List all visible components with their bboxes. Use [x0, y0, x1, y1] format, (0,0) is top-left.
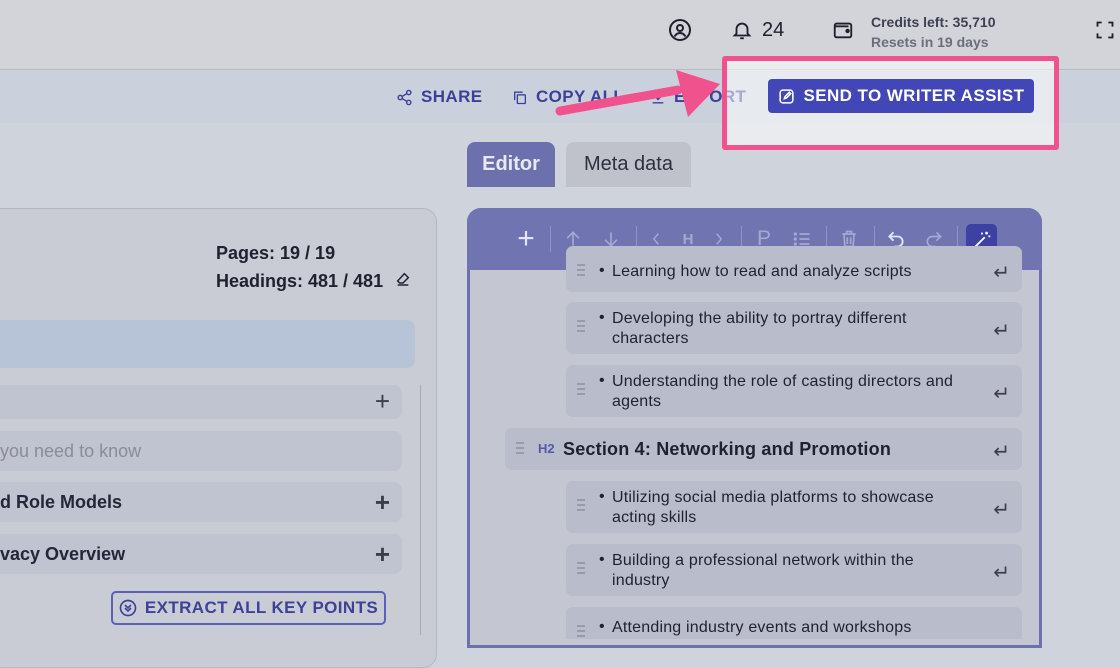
bullet-text: Utilizing social media platforms to show… [612, 488, 934, 528]
send-to-writer-assist-button[interactable]: SEND TO WRITER ASSIST [768, 79, 1034, 113]
outline-row-role-models[interactable]: d Role Models + [0, 482, 402, 522]
pages-count: Pages: 19 / 19 [216, 243, 336, 263]
extract-key-points-button[interactable]: EXTRACT ALL KEY POINTS [111, 591, 386, 625]
editor-bullet-row[interactable]: • Building a professional network within… [566, 544, 1022, 596]
outline-row[interactable]: + [0, 385, 402, 419]
editor-bullet-row[interactable]: • Developing the ability to portray diff… [566, 302, 1022, 354]
bullet-line: agents [612, 393, 662, 410]
bell-icon[interactable] [730, 18, 754, 42]
bullet-dot: • [599, 372, 605, 389]
outline-row-label: vacy Overview [0, 543, 126, 564]
editor-bullet-row[interactable]: • Understanding the role of casting dire… [566, 365, 1022, 417]
drag-handle-icon[interactable] [576, 381, 586, 399]
plus-icon[interactable]: + [375, 487, 390, 518]
drag-handle-icon[interactable] [576, 497, 586, 515]
bullet-dot: • [599, 618, 605, 635]
outline-row-placeholder: you need to know [0, 440, 142, 461]
bullet-line: Developing the ability to portray differ… [612, 310, 907, 327]
tab-editor[interactable]: Editor [467, 142, 555, 187]
extract-label: EXTRACT ALL KEY POINTS [144, 598, 379, 617]
panel-divider [420, 385, 421, 635]
enter-icon[interactable]: ↵ [993, 381, 1010, 406]
bullet-line: characters [612, 330, 689, 347]
drag-handle-icon[interactable] [576, 623, 586, 641]
enter-icon[interactable]: ↵ [993, 318, 1010, 343]
fullscreen-icon[interactable] [1094, 19, 1116, 41]
outline-input-row[interactable]: you need to know [0, 431, 402, 471]
copy-all-label: COPY ALL [536, 87, 625, 106]
plus-icon[interactable]: + [375, 386, 390, 417]
download-icon [652, 91, 664, 103]
bullet-dot: • [599, 309, 605, 326]
credits-info: Credits left: 35,710 Resets in 19 days [871, 12, 996, 52]
share-button[interactable]: SHARE [396, 85, 483, 109]
copy-icon [514, 91, 526, 104]
bullet-line: acting skills [612, 509, 697, 526]
bullet-text: Understanding the role of casting direct… [612, 372, 953, 412]
editor-bullet-row[interactable]: • Attending industry events and workshop… [566, 607, 1022, 639]
bullet-text: Developing the ability to portray differ… [612, 309, 907, 349]
send-label: SEND TO WRITER ASSIST [803, 86, 1025, 105]
export-button[interactable]: EXPORT [650, 85, 746, 109]
bullet-text: Building a professional network within t… [612, 551, 914, 591]
enter-icon[interactable]: ↵ [993, 439, 1010, 464]
share-icon [397, 89, 412, 105]
tab-meta-data[interactable]: Meta data [566, 142, 691, 187]
headings-count: Headings: 481 / 481 [216, 271, 384, 291]
user-circle-icon[interactable] [668, 18, 692, 42]
bullet-dot: • [599, 551, 605, 568]
enter-icon[interactable]: ↵ [993, 560, 1010, 585]
bullet-dot: • [599, 488, 605, 505]
edit-icon [778, 88, 794, 104]
plus-icon[interactable]: + [375, 539, 390, 570]
credits-reset: Resets in 19 days [871, 34, 989, 50]
wallet-icon[interactable] [831, 18, 855, 42]
outline-row-label: d Role Models [0, 491, 123, 512]
selected-outline-row[interactable] [0, 320, 415, 368]
enter-icon[interactable]: ↵ [993, 497, 1010, 522]
share-label: SHARE [421, 87, 483, 106]
notification-count: 24 [762, 19, 785, 41]
bullet-line: industry [612, 572, 670, 589]
editor-heading-row[interactable]: H2 Section 4: Networking and Promotion ↵ [505, 428, 1022, 470]
copy-all-button[interactable]: COPY ALL [512, 85, 624, 109]
double-chevron-down-icon [119, 599, 137, 617]
eraser-icon[interactable] [394, 270, 412, 288]
bullet-line: Understanding the role of casting direct… [612, 373, 954, 390]
drag-handle-icon[interactable] [576, 318, 586, 336]
outline-row-privacy-overview[interactable]: vacy Overview + [0, 534, 402, 574]
drag-handle-icon[interactable] [515, 440, 525, 458]
bullet-line: Building a professional network within t… [612, 552, 914, 569]
drag-handle-icon[interactable] [576, 560, 586, 578]
credits-left: Credits left: 35,710 [871, 14, 996, 30]
bullet-line: Utilizing social media platforms to show… [612, 489, 934, 506]
h2-badge: H2 [538, 441, 555, 456]
editor-bullet-row[interactable]: • Utilizing social media platforms to sh… [566, 481, 1022, 533]
toolbar-overlay [467, 208, 1042, 266]
export-label: EXPORT [674, 87, 747, 106]
bullet-text: Attending industry events and workshops [612, 619, 912, 636]
heading-text: Section 4: Networking and Promotion [563, 439, 892, 459]
